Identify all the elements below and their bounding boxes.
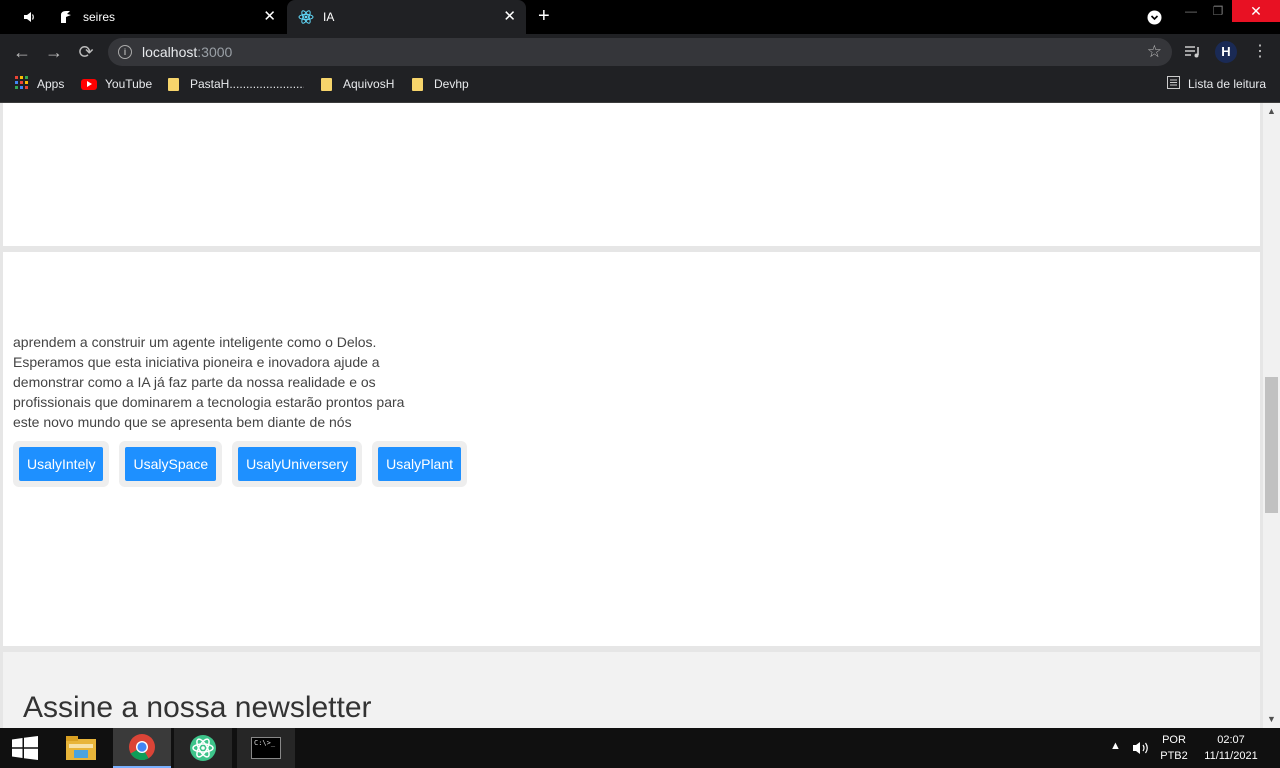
start-button[interactable] [0,728,50,768]
speaker-icon[interactable] [22,10,36,27]
newsletter-section: Assine a nossa newsletter [3,652,1260,728]
file-explorer-icon [66,736,96,760]
bookmark-label: YouTube [105,77,153,91]
content-section: aprendem a construir um agente inteligen… [3,252,1260,646]
tab-search-icon[interactable] [1147,10,1162,30]
usalyintely-button[interactable]: UsalyIntely [19,447,104,481]
language-code: POR [1162,734,1186,746]
folder-icon [168,77,179,91]
tab-ia[interactable]: IA ✕ [287,0,526,34]
bookmark-youtube[interactable]: YouTube [81,70,152,98]
youtube-icon [81,78,97,90]
windows-taskbar: C:\>_ ▲ POR PTB2 02:07 11/11/2021 [0,728,1280,768]
url-port: :3000 [197,44,233,60]
bookmark-label: AquivosH [343,77,395,91]
new-tab-button[interactable]: + [538,5,550,27]
volume-icon[interactable] [1132,740,1150,761]
button-wrapper: UsalyIntely [13,441,110,487]
button-wrapper: UsalySpace [119,441,223,487]
reload-icon[interactable]: ⟳ [75,41,97,63]
usalyspace-button[interactable]: UsalySpace [125,447,217,481]
react-icon [298,9,314,28]
button-wrapper: UsalyUniversery [232,441,363,487]
bookmark-apps[interactable]: Apps [15,70,64,98]
vertical-scrollbar[interactable]: ▲ ▼ [1263,103,1280,728]
button-wrapper: UsalyPlant [372,441,468,487]
bookmark-label: PastaH.............................. [190,77,304,91]
top-section [3,103,1260,246]
terminal-icon: C:\>_ [251,737,281,759]
bookmark-label: Apps [37,77,65,91]
usalyplant-button[interactable]: UsalyPlant [378,447,462,481]
usalyuniversery-button[interactable]: UsalyUniversery [238,447,357,481]
language-indicator[interactable]: POR PTB2 [1156,728,1192,768]
bookmarks-bar: Apps YouTube PastaH.....................… [0,70,1280,103]
browser-toolbar: ← → ⟳ i localhost:3000 ☆ H ⋮ [0,34,1280,70]
atom-taskbar-button[interactable] [174,728,232,768]
scroll-up-arrow-icon[interactable]: ▲ [1263,103,1280,120]
close-window-button[interactable]: ✕ [1232,0,1280,22]
menu-kebab-icon[interactable]: ⋮ [1252,42,1268,62]
close-tab-icon[interactable]: ✕ [503,9,516,24]
clock[interactable]: 02:07 11/11/2021 [1198,728,1264,768]
bookmark-aquivosh[interactable]: AquivosH [321,70,394,98]
apps-grid-icon [15,76,28,92]
tab-seires[interactable]: seires ✕ [0,0,286,34]
bookmark-label: Devhp [434,77,469,91]
show-hidden-icons-icon[interactable]: ▲ [1110,740,1121,752]
bookmark-star-icon[interactable]: ☆ [1147,42,1162,62]
info-icon[interactable]: i [118,45,132,59]
button-row: UsalyIntely UsalySpace UsalyUniversery U… [13,441,477,487]
atom-icon [190,735,216,761]
tab-strip: seires ✕ IA ✕ + — ❐ ✕ [0,0,1280,34]
chrome-taskbar-button[interactable] [113,728,171,768]
chrome-icon [129,734,156,761]
media-control-icon[interactable] [1184,44,1202,65]
back-arrow-icon[interactable]: ← [11,41,33,63]
clock-time: 02:07 [1217,734,1245,746]
address-bar[interactable]: i localhost:3000 ☆ [108,38,1172,66]
folder-icon [412,77,423,91]
close-tab-icon[interactable]: ✕ [263,9,276,24]
restore-button[interactable]: ❐ [1206,0,1230,22]
forward-arrow-icon[interactable]: → [43,41,65,63]
tab-title: IA [323,10,335,24]
keyboard-layout: PTB2 [1160,750,1188,762]
folder-icon [321,77,332,91]
reading-list-icon [1167,76,1180,92]
body-paragraph: aprendem a construir um agente inteligen… [13,334,405,430]
tab-favicon-icon [58,9,74,28]
reading-list[interactable]: Lista de leitura [1167,70,1266,98]
url-host: localhost [142,44,198,60]
url-text[interactable]: localhost:3000 [142,44,232,60]
bookmark-pastah[interactable]: PastaH.............................. [168,70,304,98]
clock-date: 11/11/2021 [1204,750,1258,762]
windows-logo-icon [12,736,38,760]
tab-title: seires [83,10,116,24]
bookmark-devhp[interactable]: Devhp [412,70,469,98]
terminal-taskbar-button[interactable]: C:\>_ [237,728,295,768]
profile-avatar[interactable]: H [1215,41,1237,63]
minimize-button[interactable]: — [1176,0,1206,22]
file-explorer-taskbar-button[interactable] [52,728,110,768]
page-viewport: aprendem a construir um agente inteligen… [0,103,1280,728]
scroll-thumb[interactable] [1265,377,1278,513]
reading-list-label: Lista de leitura [1188,77,1267,91]
scroll-down-arrow-icon[interactable]: ▼ [1263,711,1280,728]
newsletter-heading: Assine a nossa newsletter [23,691,372,724]
